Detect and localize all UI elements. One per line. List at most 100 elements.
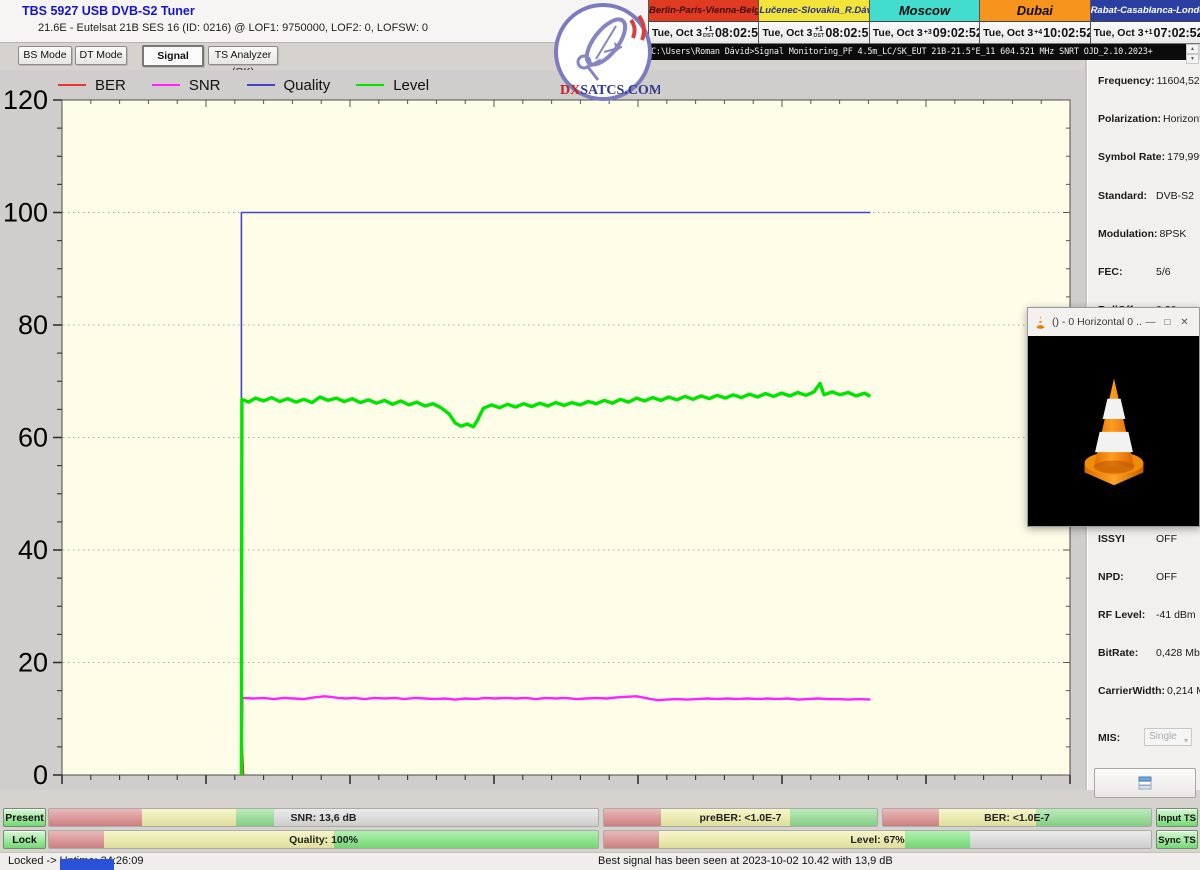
legend-swatch-ber xyxy=(58,84,86,86)
panel-layers-button[interactable] xyxy=(1094,768,1196,798)
vlc-titlebar[interactable]: () - 0 Horizontal 0 ... — □ ✕ xyxy=(1028,308,1199,336)
legend-label: Level xyxy=(393,77,429,94)
param-value: 0,214 MHz xyxy=(1167,685,1200,697)
preber-meter: preBER: <1.0E-7 xyxy=(603,808,878,827)
y-tick-label: 40 xyxy=(18,535,48,565)
param-row-frequency: Frequency:11604,521 MHz xyxy=(1098,75,1200,87)
param-row-symbol-rate: Symbol Rate:179,999 KS/s xyxy=(1098,151,1200,163)
param-row-standard: Standard:DVB-S2 xyxy=(1098,190,1194,202)
legend-label: BER xyxy=(95,77,126,94)
satellite-dish-icon: DXSATCS.COM xyxy=(546,2,660,104)
clock-time-row: Tue, Oct 3+410:02:52 xyxy=(980,22,1089,44)
clock-lu-enec-slovakia-r-d-vid: Lučenec-Slovakia_R.DávidTue, Oct 3+1DST0… xyxy=(758,0,868,44)
tab-dt-mode[interactable]: DT Mode xyxy=(75,46,127,65)
meter-label: SNR: 13,6 dB xyxy=(49,809,598,826)
param-row-issyi: ISSYIOFF xyxy=(1098,533,1177,545)
vlc-cone-logo xyxy=(1068,370,1160,492)
clock-berlin-paris-vienna-belgrade: Berlin-Paris-Vienna-BelgradeTue, Oct 3+1… xyxy=(648,0,758,44)
taskbar-window-fragment[interactable] xyxy=(60,859,114,870)
vlc-minimize-button[interactable]: — xyxy=(1142,317,1159,328)
clock-time: 07:02:52 xyxy=(1154,26,1200,40)
clock-time-row: Tue, Oct 3+1DST08:02:52 xyxy=(759,22,868,44)
status-bar: Locked -> Uptime: 24:26:09 Best signal h… xyxy=(0,852,1200,870)
clock-time-row: Tue, Oct 3+309:02:52 xyxy=(870,22,979,44)
snr-meter: SNR: 13,6 dB xyxy=(48,808,599,827)
clock-city-label: Rabat-Casablanca-London xyxy=(1091,0,1200,22)
clock-date: Tue, Oct 3 xyxy=(1094,27,1144,39)
clock-city-label: Berlin-Paris-Vienna-Belgrade xyxy=(649,0,758,22)
status-best-signal: Best signal has been seen at 2023-10-02 … xyxy=(598,855,893,867)
param-label: FEC: xyxy=(1098,266,1154,278)
param-label: Frequency: xyxy=(1098,75,1155,87)
tab-ts-analyzer-ok[interactable]: TS Analyzer (OK) xyxy=(208,46,278,65)
param-label: CarrierWidth: xyxy=(1098,685,1165,697)
clock-utc-offset: +1DST xyxy=(813,27,824,39)
y-tick-label: 80 xyxy=(18,310,48,340)
clock-time: 10:02:52 xyxy=(1043,26,1093,40)
clock-time-row: Tue, Oct 3+1DST08:02:52 xyxy=(649,22,758,44)
legend-swatch-quality xyxy=(247,84,275,86)
meter-label: Level: 67% xyxy=(604,831,1151,848)
meter-label: preBER: <1.0E-7 xyxy=(604,809,877,826)
chevron-down-icon: ▾ xyxy=(1184,733,1188,749)
app-title: TBS 5927 USB DVB-S2 Tuner xyxy=(22,4,195,18)
param-label: NPD: xyxy=(1098,571,1154,583)
param-label: Polarization: xyxy=(1098,113,1161,125)
param-row-modulation: Modulation:8PSK xyxy=(1098,228,1186,240)
input-ts-indicator: Input TS xyxy=(1156,808,1198,827)
plot-area: 020406080100120 xyxy=(0,70,1085,790)
param-row-rf-level: RF Level:-41 dBm xyxy=(1098,609,1196,621)
param-label: Symbol Rate: xyxy=(1098,151,1165,163)
tab-bs-mode[interactable]: BS Mode xyxy=(18,46,72,65)
clock-city-label: Dubai xyxy=(980,0,1089,22)
clock-date: Tue, Oct 3 xyxy=(983,27,1033,39)
tab-signal-mon[interactable]: Signal Mon. xyxy=(142,45,204,67)
clock-time: 09:02:52 xyxy=(933,26,983,40)
vlc-title: () - 0 Horizontal 0 ... xyxy=(1052,316,1142,328)
clock-utc-offset: +1 xyxy=(1145,30,1153,36)
clock-city-label: Lučenec-Slovakia_R.Dávid xyxy=(759,0,868,22)
clock-utc-offset: +3 xyxy=(924,30,932,36)
legend-label: SNR xyxy=(189,77,221,94)
param-row-polarization: Polarization:Horizontal xyxy=(1098,113,1200,125)
app-window: TBS 5927 USB DVB-S2 Tuner 21.6E - Eutels… xyxy=(0,0,1200,870)
param-value: Horizontal xyxy=(1163,113,1200,125)
vlc-cone-icon xyxy=(1034,315,1047,330)
vlc-maximize-button[interactable]: □ xyxy=(1159,317,1176,328)
console-scroll-down-button[interactable]: ▼ xyxy=(1186,54,1199,64)
present-indicator: Present xyxy=(3,808,46,827)
console-scrollbar[interactable]: ▲ ▼ xyxy=(1186,44,1199,60)
command-console[interactable]: C:\Users\Roman Dávid>Signal Monitoring_P… xyxy=(648,44,1186,60)
meter-label: BER: <1.0E-7 xyxy=(883,809,1151,826)
clock-moscow: MoscowTue, Oct 3+309:02:52 xyxy=(869,0,979,44)
param-value: 11604,521 MHz xyxy=(1157,75,1200,87)
param-row-bitrate: BitRate:0,428 Mbit/s xyxy=(1098,647,1200,659)
layers-icon xyxy=(1138,776,1152,790)
dst-label: DST xyxy=(813,33,824,39)
param-value: 5/6 xyxy=(1156,266,1171,278)
offset-value: +3 xyxy=(924,30,932,36)
offset-value: +4 xyxy=(1034,30,1042,36)
y-tick-label: 20 xyxy=(18,648,48,678)
param-row-carrier-width: CarrierWidth:0,214 MHz xyxy=(1098,685,1200,697)
offset-value: +1 xyxy=(1145,30,1153,36)
param-label: Standard: xyxy=(1098,190,1154,202)
vlc-window[interactable]: () - 0 Horizontal 0 ... — □ ✕ xyxy=(1027,307,1200,527)
dst-label: DST xyxy=(703,33,714,39)
y-tick-label: 120 xyxy=(3,85,48,115)
legend-item-quality: Quality xyxy=(247,77,331,94)
legend-item-level: Level xyxy=(356,77,429,94)
app-subtitle: 21.6E - Eutelsat 21B SES 16 (ID: 0216) @… xyxy=(38,22,428,34)
console-scroll-up-button[interactable]: ▲ xyxy=(1186,44,1199,54)
param-row-mis: MIS: xyxy=(1098,732,1154,744)
level-meter: Level: 67% xyxy=(603,830,1152,849)
vlc-close-button[interactable]: ✕ xyxy=(1176,317,1193,328)
dxsatcs-logo: DXSATCS.COM xyxy=(546,2,660,104)
param-value: 179,999 KS/s xyxy=(1167,151,1200,163)
param-value: OFF xyxy=(1156,571,1177,583)
signal-chart: BERSNRQualityLevel 020406080100120 xyxy=(0,70,1085,790)
chart-legend: BER SNR Quality Level xyxy=(58,76,429,94)
param-value: -41 dBm xyxy=(1156,609,1196,621)
legend-swatch-snr xyxy=(152,84,180,86)
lock-indicator: Lock xyxy=(3,830,46,849)
